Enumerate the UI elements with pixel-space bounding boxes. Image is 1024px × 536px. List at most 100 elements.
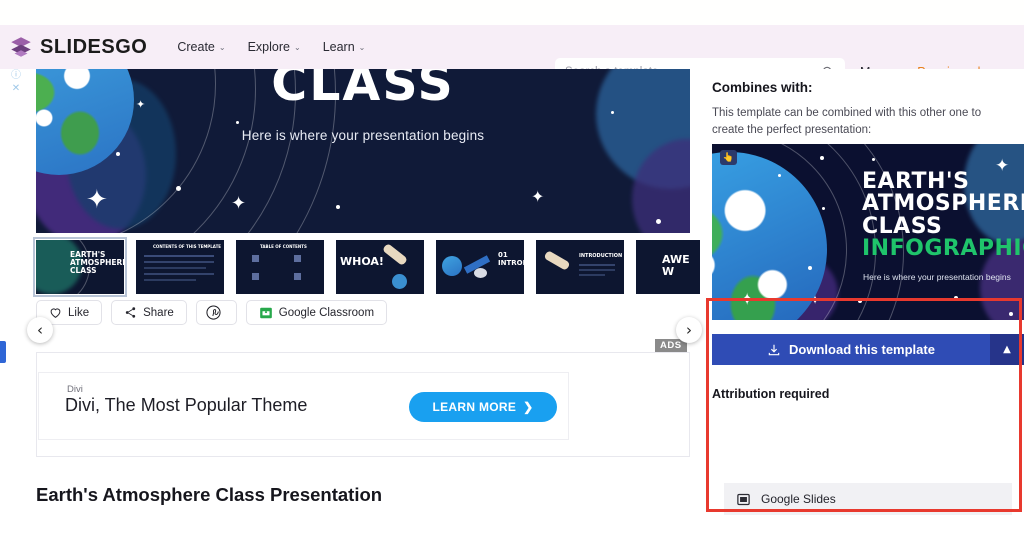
decor-line <box>144 273 214 275</box>
side-feedback-tab[interactable] <box>0 341 6 363</box>
thumbnail-1-label: EARTH'S ATMOSPHERE CLASS <box>70 250 124 276</box>
google-classroom-button[interactable]: Google Classroom <box>245 300 388 325</box>
chevron-down-icon: ⌄ <box>293 42 301 52</box>
nav-item-learn-label: Learn <box>322 40 355 54</box>
thumbnail-6-label: INTRODUCTION <box>579 253 623 259</box>
star-dot <box>872 158 875 161</box>
nav-item-create[interactable]: Create ⌄ <box>177 40 225 54</box>
google-classroom-icon <box>259 307 272 318</box>
right-sidebar: Combines with: This template can be comb… <box>700 69 1024 536</box>
action-button-row: Like Share Google Classroom <box>36 300 388 325</box>
share-button-label: Share <box>143 306 174 319</box>
decor-line <box>579 269 615 271</box>
sparkle-icon: ✦ <box>531 187 545 206</box>
ad-cta-label: LEARN MORE <box>432 400 517 414</box>
combined-template-card[interactable]: ✦ ✦ ✦ 👆 EARTH'S ATMOSPHERE CLASS INFOGRA… <box>712 144 1024 320</box>
combined-title-line1: EARTH'S <box>862 169 970 194</box>
decor-box <box>294 273 301 280</box>
pinterest-icon <box>206 305 221 320</box>
star-dot <box>954 296 958 300</box>
nav-item-create-label: Create <box>177 40 215 54</box>
decor-box <box>252 255 259 262</box>
combined-title-line2: ATMOSPHERE <box>862 191 1024 217</box>
thumbnail-4[interactable]: WHOA! <box>336 240 424 294</box>
star-dot <box>116 152 120 156</box>
pinterest-button[interactable] <box>195 300 237 325</box>
format-option-google-slides[interactable]: Google Slides <box>724 483 1012 515</box>
decor-line <box>144 255 214 257</box>
download-icon <box>768 344 780 355</box>
download-button-row: Download this template ▲ <box>712 334 1024 365</box>
nav-item-explore-label: Explore <box>247 40 290 54</box>
star-dot <box>778 174 781 177</box>
ad-close-icon[interactable]: ✕ <box>12 83 20 94</box>
thumbnails-prev-button[interactable]: ‹ <box>27 317 53 343</box>
combines-with-heading: Combines with: <box>712 80 813 95</box>
star-dot <box>808 266 812 270</box>
google-slides-icon <box>737 493 750 505</box>
combines-with-description: This template can be combined with this … <box>712 107 982 136</box>
decor-line <box>579 274 605 276</box>
thumbnail-3[interactable]: TABLE OF CONTENTS <box>236 240 324 294</box>
bottom-white-band <box>0 524 1024 536</box>
chevron-down-icon: ⌄ <box>358 42 366 52</box>
ad-info-icon[interactable]: ⓘ <box>11 66 21 81</box>
combined-template-subtitle: Here is where your presentation begins <box>863 272 1011 282</box>
page-title: Earth's Atmosphere Class Presentation <box>36 484 383 505</box>
chevron-down-icon: ⌄ <box>218 42 226 52</box>
site-header: SLIDESGO Create ⌄ Explore ⌄ Learn ⌄ Sear… <box>0 25 1024 86</box>
ad-learn-more-button[interactable]: LEARN MORE ❯ <box>409 392 557 422</box>
share-button[interactable]: Share <box>111 300 187 325</box>
rocket-illustration <box>543 250 571 271</box>
google-classroom-label: Google Classroom <box>278 306 375 319</box>
ad-brand-label: Divi <box>67 384 83 395</box>
main-nav: Create ⌄ Explore ⌄ Learn ⌄ <box>177 40 365 54</box>
combined-template-title: EARTH'S ATMOSPHERE CLASS INFOGRAPHICS <box>862 169 1024 261</box>
thumbnail-1[interactable]: EARTH'S ATMOSPHERE CLASS <box>33 237 127 297</box>
chevron-right-icon: ❯ <box>523 400 534 414</box>
nav-item-learn[interactable]: Learn ⌄ <box>323 40 366 54</box>
ad-controls: ⓘ ✕ <box>11 66 21 94</box>
sparkle-icon: ✦ <box>231 193 247 214</box>
thumbnail-2[interactable]: CONTENTS OF THIS TEMPLATE <box>136 240 224 294</box>
satellite-body <box>474 268 487 278</box>
slidesgo-template-page: SLIDESGO Create ⌄ Explore ⌄ Learn ⌄ Sear… <box>0 0 1024 536</box>
brand-logo[interactable]: SLIDESGO <box>8 34 147 60</box>
like-button-label: Like <box>68 306 90 319</box>
thumbnail-5-label: 01INTRODUCTION <box>498 251 524 267</box>
combined-title-line3: CLASS <box>862 213 943 239</box>
decor-line <box>144 279 196 281</box>
ad-headline: Divi, The Most Popular Theme <box>65 395 308 415</box>
hand-cursor-icon: 👆 <box>720 150 737 165</box>
advertisement-card[interactable]: Divi Divi, The Most Popular Theme LEARN … <box>38 372 569 440</box>
sparkle-icon: ✦ <box>86 185 108 215</box>
nav-item-explore[interactable]: Explore ⌄ <box>248 40 301 54</box>
star-dot <box>820 156 824 160</box>
thumbnail-6[interactable]: INTRODUCTION <box>536 240 624 294</box>
download-template-button[interactable]: Download this template <box>712 334 990 365</box>
decor-box <box>252 273 259 280</box>
decor-line <box>144 267 206 269</box>
format-google-slides-label: Google Slides <box>761 492 836 506</box>
star-dot <box>176 186 181 191</box>
rocket-illustration <box>381 242 409 267</box>
star-dot <box>236 121 239 124</box>
earth-illustration <box>442 256 462 276</box>
thumbnail-3-label: TABLE OF CONTENTS <box>260 244 307 249</box>
star-dot <box>1009 312 1013 316</box>
decor-box <box>294 255 301 262</box>
heart-icon <box>50 308 61 318</box>
thumbnail-7-label: AWE W <box>662 253 690 278</box>
thumbnail-strip[interactable]: EARTH'S ATMOSPHERE CLASS CONTENTS OF THIS … <box>33 237 724 297</box>
star-dot <box>858 299 862 303</box>
advertisement-container: Divi Divi, The Most Popular Theme LEARN … <box>36 352 690 457</box>
thumbnail-2-label: CONTENTS OF THIS TEMPLATE <box>153 244 222 249</box>
template-preview[interactable]: ✦ ✦ ✦ ✦ CLASS Here is where your present… <box>36 69 690 233</box>
thumbnails-next-button[interactable]: › <box>676 317 702 343</box>
top-white-band <box>0 0 1024 25</box>
download-options-toggle[interactable]: ▲ <box>990 334 1024 365</box>
share-icon <box>125 307 136 318</box>
attribution-heading: Attribution required <box>712 387 830 401</box>
brand-name: SLIDESGO <box>40 35 148 58</box>
thumbnail-5[interactable]: 01INTRODUCTION <box>436 240 524 294</box>
